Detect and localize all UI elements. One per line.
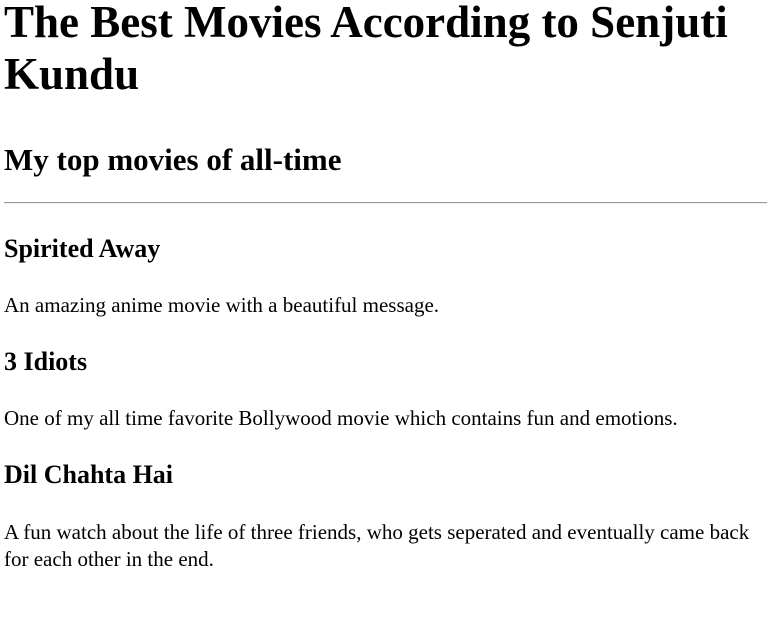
page-subtitle: My top movies of all-time [4,142,342,177]
movie-entry-dil-chahta-hai: Dil Chahta Hai A fun watch about the lif… [4,460,767,573]
divider [4,202,767,204]
movie-entry-3-idiots: 3 Idiots One of my all time favorite Bol… [4,347,767,432]
page-title: The Best Movies According to Senjuti Kun… [4,0,728,99]
movie-title: 3 Idiots [4,347,88,376]
movie-entry-spirited-away: Spirited Away An amazing anime movie wit… [4,234,767,319]
movie-description: An amazing anime movie with a beautiful … [4,293,440,317]
movie-description: A fun watch about the life of three frie… [4,520,750,571]
movie-title: Dil Chahta Hai [4,460,174,489]
movie-description: One of my all time favorite Bollywood mo… [4,406,678,430]
movie-title: Spirited Away [4,234,161,263]
